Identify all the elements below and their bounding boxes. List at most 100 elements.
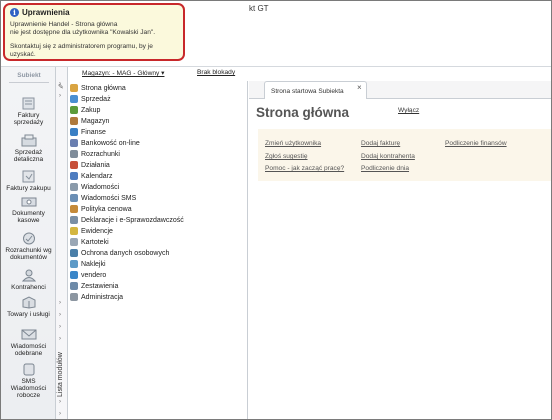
home-icon xyxy=(70,84,78,92)
pricing-icon xyxy=(70,205,78,213)
chevron-right-icon: › xyxy=(59,387,61,393)
chevron-right-icon: › xyxy=(59,324,61,330)
finance-icon xyxy=(70,128,78,136)
tree-item-deklaracje[interactable]: Deklaracje i e-Sprawozdawczość xyxy=(70,215,184,225)
sidebar-item-label: Faktury xyxy=(17,112,40,119)
warehouse-icon xyxy=(70,117,78,125)
sidebar-item-label: Faktury zakupu xyxy=(6,185,51,192)
pin-icon[interactable]: ✎ xyxy=(58,83,64,91)
sidebar-item-towary[interactable]: Towary i usługi xyxy=(1,296,56,318)
tree-item-dzialania[interactable]: Działania xyxy=(70,160,110,170)
tree-item-sprzedaz[interactable]: Sprzedaż xyxy=(70,94,111,104)
chevron-right-icon: › xyxy=(59,312,61,318)
sidebar-item-rozrachunki[interactable]: Rozrachunki wg dokumentów xyxy=(1,232,56,261)
sidebar-item-label: SMS xyxy=(21,378,36,385)
chevron-right-icon: › xyxy=(59,336,61,342)
tree-item-strona-glowna[interactable]: Strona główna xyxy=(70,83,126,93)
notification-line-2: nie jest dostępne dla użytkownika "Kowal… xyxy=(10,29,156,36)
tree-item-polityka-cenowa[interactable]: Polityka cenowa xyxy=(70,204,132,214)
tree-item-vendero[interactable]: vendero xyxy=(70,270,106,280)
sidebar-item-label: detaliczna xyxy=(13,156,44,163)
info-icon: i xyxy=(10,8,19,17)
app-window: kt GT i Uprawnienia Uprawnienie Handel -… xyxy=(0,0,552,420)
tree-item-zakup[interactable]: Zakup xyxy=(70,105,100,115)
tree-item-administracja[interactable]: Administracja xyxy=(70,292,123,302)
chevron-right-icon: › xyxy=(59,399,61,405)
settlements-icon xyxy=(70,150,78,158)
disable-link[interactable]: Wyłącz xyxy=(398,107,419,114)
tree-item-naklejki[interactable]: Naklejki xyxy=(70,259,106,269)
declarations-icon xyxy=(70,216,78,224)
bank-icon xyxy=(70,139,78,147)
contractors-icon xyxy=(21,269,36,282)
link-podliczenie-finansow[interactable]: Podliczenie finansów xyxy=(445,140,507,147)
invoice-icon xyxy=(22,97,34,110)
permissions-notification: i Uprawnienia Uprawnienie Handel - Stron… xyxy=(3,3,185,61)
tree-item-rozrachunki[interactable]: Rozrachunki xyxy=(70,149,120,159)
link-dodaj-kontrahenta[interactable]: Dodaj kontrahenta xyxy=(361,153,415,160)
tab-strona-startowa[interactable]: Strona startowa Subiekta xyxy=(264,81,367,99)
tree-item-kartoteki[interactable]: Kartoteki xyxy=(70,237,109,247)
cash-document-icon xyxy=(21,197,36,207)
sidebar-item-label: Kontrahenci xyxy=(11,284,46,291)
purchase-icon xyxy=(70,106,78,114)
messages-icon xyxy=(21,329,36,340)
sidebar-item-label: Dokumenty xyxy=(12,210,45,217)
tree-item-zestawienia[interactable]: Zestawienia xyxy=(70,281,118,291)
vendero-icon xyxy=(70,271,78,279)
purchase-invoice-icon xyxy=(22,170,34,183)
sidebar-item-wiadomosci-odebrane[interactable]: Wiadomości odebrane xyxy=(1,328,56,357)
tree-item-wiadomosci[interactable]: Wiadomości xyxy=(70,182,119,192)
sidebar-item-label: dokumentów xyxy=(10,254,47,261)
chevron-right-icon: › xyxy=(59,93,61,99)
module-tree: Strona główna Sprzedaż Zakup Magazyn Fin… xyxy=(68,81,248,419)
tree-item-ewidencje[interactable]: Ewidencje xyxy=(70,226,113,236)
sidebar-item-label: odebrane xyxy=(14,350,43,357)
settlements-icon xyxy=(22,232,35,245)
notification-line-1: Uprawnienie Handel - Strona główna xyxy=(10,21,118,28)
tree-item-ochrona-danych[interactable]: Ochrona danych osobowych xyxy=(70,248,169,258)
goods-icon xyxy=(22,296,35,309)
sidebar-item-sms-robocze[interactable]: SMS Wiadomości robocze xyxy=(1,363,56,399)
sidebar-item-dokumenty-kasowe[interactable]: Dokumenty kasowe xyxy=(1,195,56,224)
sidebar-item-label: Wiadomości xyxy=(10,385,47,392)
close-icon[interactable]: × xyxy=(357,83,362,92)
link-pomoc[interactable]: Pomoc - jak zacząć pracę? xyxy=(265,165,344,172)
sidebar-item-kontrahenci[interactable]: Kontrahenci xyxy=(1,269,56,291)
tab-label: Strona startowa Subiekta xyxy=(271,88,344,95)
link-dodaj-fakture[interactable]: Dodaj fakturę xyxy=(361,140,400,147)
sidebar-item-label: Rozrachunki wg xyxy=(5,247,52,254)
sales-icon xyxy=(70,95,78,103)
module-list-strip[interactable]: › › › › › › Lista modułów › › › xyxy=(56,67,68,419)
chevron-right-icon: › xyxy=(59,300,61,306)
link-podliczenie-dnia[interactable]: Podliczenie dnia xyxy=(361,165,409,172)
tree-item-finanse[interactable]: Finanse xyxy=(70,127,106,137)
actions-icon xyxy=(70,161,78,169)
tree-item-bankowosc[interactable]: Bankowość on-line xyxy=(70,138,140,148)
sidebar-item-faktury-zakupu[interactable]: Faktury zakupu xyxy=(1,170,56,192)
tree-item-kalendarz[interactable]: Kalendarz xyxy=(70,171,113,181)
sidebar-item-sprzedaz-detaliczna[interactable]: Sprzedaż detaliczna xyxy=(1,134,56,163)
link-zmien-uzytkownika[interactable]: Zmień użytkownika xyxy=(265,140,321,147)
content-scroll-area[interactable] xyxy=(539,181,551,419)
sidebar-item-label: robocze xyxy=(16,392,41,399)
admin-icon xyxy=(70,293,78,301)
sidebar: Subiekt Faktury sprzedaży Sprzedaż detal… xyxy=(1,67,56,419)
sms-icon xyxy=(23,363,34,376)
subiekt-logo: Subiekt xyxy=(9,69,49,83)
sidebar-item-faktury-sprzedazy[interactable]: Faktury sprzedaży xyxy=(1,97,56,126)
reports-icon xyxy=(70,282,78,290)
link-zglos-sugestie[interactable]: Zgłoś sugestię xyxy=(265,153,308,160)
calendar-icon xyxy=(70,172,78,180)
records-icon xyxy=(70,227,78,235)
notification-title: Uprawnienia xyxy=(22,8,70,17)
warehouse-selector[interactable]: Magazyn: - MAG - Główny ▾ xyxy=(82,69,164,77)
lock-status-link[interactable]: Brak blokady xyxy=(197,69,235,76)
notification-line-3: Skontaktuj się z administratorem program… xyxy=(10,43,153,58)
sidebar-item-label: Sprzedaż xyxy=(14,149,43,156)
sidebar-item-label: kasowe xyxy=(17,217,40,224)
page-title: Strona główna xyxy=(256,105,350,120)
tree-item-magazyn[interactable]: Magazyn xyxy=(70,116,109,126)
files-icon xyxy=(70,238,78,246)
tree-item-wiadomosci-sms[interactable]: Wiadomości SMS xyxy=(70,193,136,203)
